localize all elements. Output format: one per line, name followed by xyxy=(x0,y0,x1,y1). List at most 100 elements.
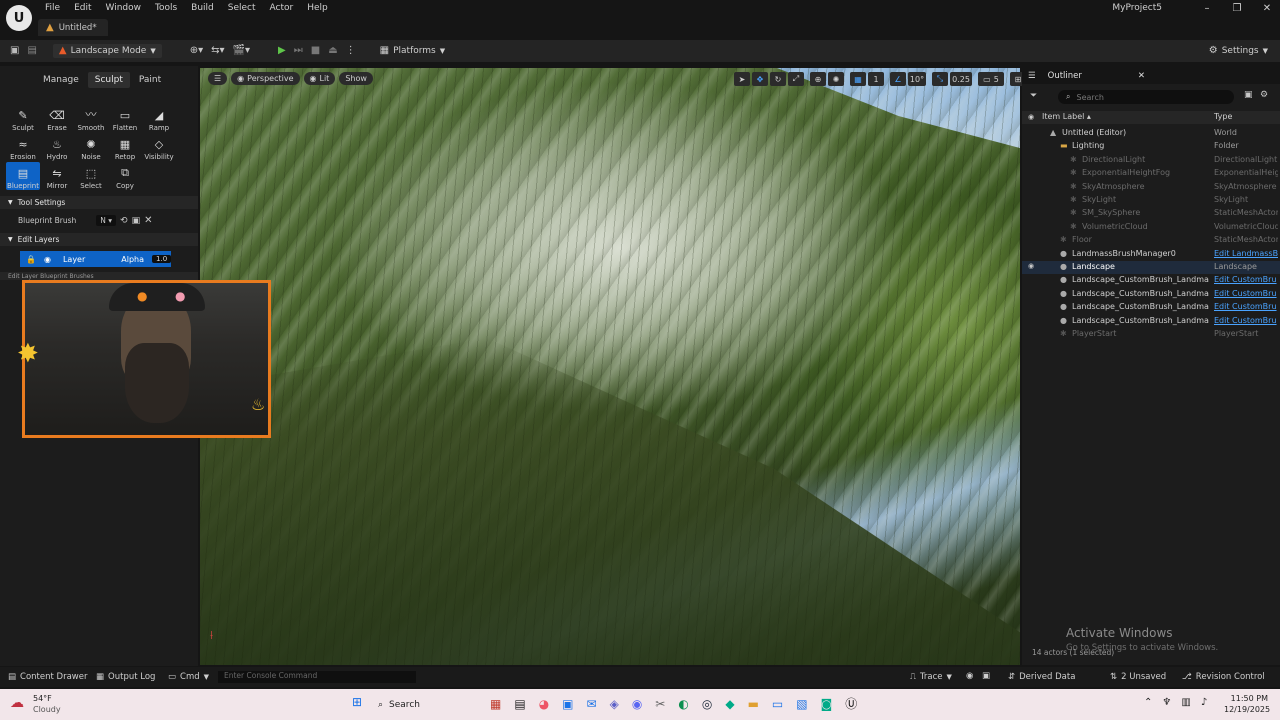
clock-date[interactable]: 12/19/2025 xyxy=(1224,705,1270,714)
tool-retop[interactable]: ▦ Retop xyxy=(108,133,142,161)
tool-flatten[interactable]: ▭ Flatten xyxy=(108,104,142,132)
visibility-column-icon[interactable]: ◉ xyxy=(1028,113,1034,121)
mode-dropdown[interactable]: ▲ Landscape Mode ▼ xyxy=(52,44,162,58)
level-viewport[interactable]: ⟊ xyxy=(200,68,1020,665)
steam-icon[interactable]: ◎ xyxy=(702,697,712,711)
outliner-row[interactable]: ✱ SM_SkySphere StaticMeshActor xyxy=(1022,207,1280,220)
edit-layer-bp-brushes-header[interactable]: Edit Layer Blueprint Brushes xyxy=(0,272,198,280)
use-selected-icon[interactable]: ▣ xyxy=(132,216,141,226)
taskbar-search[interactable]: ⌕ Search xyxy=(378,696,478,713)
play-icon[interactable]: ▶ xyxy=(278,46,286,56)
menu-file[interactable]: File xyxy=(38,1,67,15)
world-space-icon[interactable]: ⊕ xyxy=(810,72,826,86)
outliner-row-type[interactable]: Edit LandmassB xyxy=(1214,249,1278,258)
tab-paint[interactable]: Paint xyxy=(132,72,168,88)
tool-noise[interactable]: ✺ Noise xyxy=(74,133,108,161)
scale-snap-value[interactable]: 0.25 xyxy=(950,72,972,86)
microphone-icon[interactable]: ♆ xyxy=(1162,697,1171,708)
visibility-eye-icon[interactable]: ◉ xyxy=(1028,262,1034,270)
eject-icon[interactable]: ⏏ xyxy=(328,46,337,56)
column-item-label[interactable]: Item Label ▴ xyxy=(1042,112,1091,121)
outliner-row[interactable]: ✱ SkyLight SkyLight xyxy=(1022,194,1280,207)
discord-icon[interactable]: ◉ xyxy=(632,697,642,711)
maximize-icon[interactable]: ❐ xyxy=(1230,3,1244,14)
menu-edit[interactable]: Edit xyxy=(67,1,98,15)
platforms-dropdown[interactable]: ▦ Platforms ▼ xyxy=(380,46,446,57)
tool-mirror[interactable]: ⇋ Mirror xyxy=(40,162,74,190)
outliner-row[interactable]: ● Landscape_CustomBrush_Landma Edit Custom… xyxy=(1022,288,1280,301)
blueprint-brush-select[interactable]: N ▾ xyxy=(96,215,117,226)
outliner-row-type[interactable]: Edit CustomBru xyxy=(1214,275,1278,284)
outliner-row[interactable]: ✱ ExponentialHeightFog ExponentialHeightF xyxy=(1022,167,1280,180)
browse-icon[interactable]: ⟲ xyxy=(120,216,128,226)
outliner-row-type[interactable]: Edit CustomBru xyxy=(1214,302,1278,311)
windows-start-icon[interactable]: ⊞ xyxy=(352,695,362,709)
outliner-row[interactable]: ▬ Lighting Folder xyxy=(1022,140,1280,153)
console-input[interactable]: Enter Console Command xyxy=(218,671,416,683)
column-type[interactable]: Type xyxy=(1214,112,1232,121)
weather-icon[interactable]: ☁ xyxy=(10,695,24,711)
outliner-row[interactable]: ✱ PlayerStart PlayerStart xyxy=(1022,328,1280,341)
tool-settings-header[interactable]: ▼ Tool Settings xyxy=(0,196,198,209)
outliner-settings-icon[interactable]: ⚙ xyxy=(1260,90,1268,100)
app-green-icon[interactable]: ◆ xyxy=(725,697,734,711)
perspective-button[interactable]: ◉ Perspective xyxy=(231,72,300,85)
blueprints-icon[interactable]: ⇆▾ xyxy=(211,46,224,56)
tool-sculpt[interactable]: ✎ Sculpt xyxy=(6,104,40,132)
menu-select[interactable]: Select xyxy=(221,1,263,15)
outliner-row[interactable]: ● Landscape_CustomBrush_Landma Edit Custom… xyxy=(1022,301,1280,314)
outliner-row[interactable]: ✱ SkyAtmosphere SkyAtmosphere xyxy=(1022,181,1280,194)
unreal-logo-icon[interactable]: U xyxy=(6,5,32,31)
menu-window[interactable]: Window xyxy=(99,1,149,15)
content-drawer-button[interactable]: ▤ Content Drawer xyxy=(8,672,87,682)
add-folder-icon[interactable]: ▣ xyxy=(1244,90,1253,100)
tool-ramp[interactable]: ◢ Ramp xyxy=(142,104,176,132)
file-manager-icon[interactable]: ▤ xyxy=(514,697,525,711)
color-picker-icon[interactable]: ◕ xyxy=(539,697,549,711)
filter-icon[interactable]: ⏷ xyxy=(1030,91,1037,101)
add-actor-icon[interactable]: ⊕▾ xyxy=(190,46,203,56)
edit-layers-header[interactable]: ▼ Edit Layers xyxy=(0,233,198,246)
network-icon[interactable]: ▥ xyxy=(1181,697,1190,708)
photos-icon[interactable]: ▧ xyxy=(796,697,807,711)
scale-snap-icon[interactable]: ⤡ xyxy=(932,72,948,86)
translate-icon[interactable]: ✥ xyxy=(752,72,768,86)
widgets-icon[interactable]: ▦ xyxy=(490,697,501,711)
outliner-row[interactable]: ● LandmassBrushManager0 Edit LandmassB xyxy=(1022,248,1280,261)
close-icon[interactable]: ✕ xyxy=(1260,3,1274,14)
monitor-icon[interactable]: ▭ xyxy=(772,697,783,711)
trace-dropdown[interactable]: ⎍ Trace ▼ xyxy=(910,672,952,682)
volume-icon[interactable]: ♪ xyxy=(1201,697,1207,708)
menu-tools[interactable]: Tools xyxy=(148,1,184,15)
layer-alpha-input[interactable]: 1.0 xyxy=(152,255,172,263)
unsaved-button[interactable]: ⇅ 2 Unsaved xyxy=(1110,672,1166,682)
outliner-row[interactable]: ● Landscape_CustomBrush_Landma Edit Custom… xyxy=(1022,274,1280,287)
outliner-row[interactable]: ✱ VolumetricCloud VolumetricCloud xyxy=(1022,221,1280,234)
cmd-dropdown[interactable]: ▭ Cmd ▼ xyxy=(168,672,209,682)
document-tab[interactable]: ▲ Untitled* xyxy=(38,19,108,36)
outliner-row[interactable]: ● Landscape_CustomBrush_Landma Edit Custom… xyxy=(1022,315,1280,328)
tool-erosion[interactable]: ≈ Erosion xyxy=(6,133,40,161)
scale-icon[interactable]: ⤢ xyxy=(788,72,804,86)
settings-dropdown[interactable]: ⚙ Settings ▼ xyxy=(1209,46,1268,57)
menu-actor[interactable]: Actor xyxy=(263,1,301,15)
outliner-row[interactable]: ✱ DirectionalLight DirectionalLight xyxy=(1022,154,1280,167)
outlook-icon[interactable]: ✉ xyxy=(587,697,597,711)
more-options-icon[interactable]: ⋮ xyxy=(346,46,356,56)
tool-blueprint[interactable]: ▤ Blueprint xyxy=(6,162,40,190)
layer-row[interactable]: 🔒 ◉ Layer Alpha 1.0 xyxy=(20,251,172,267)
tools-icon[interactable]: ✂ xyxy=(655,697,665,711)
outliner-tab[interactable]: ☰ Outliner ✕ xyxy=(1022,68,1280,84)
visibility-eye-icon[interactable]: ◉ xyxy=(44,255,51,264)
outliner-row[interactable]: ▲ Untitled (Editor) World xyxy=(1022,127,1280,140)
tool-select[interactable]: ⬚ Select xyxy=(74,162,108,190)
tool-erase[interactable]: ⌫ Erase xyxy=(40,104,74,132)
select-mode-icon[interactable]: ➤ xyxy=(734,72,750,86)
rotation-snap-value[interactable]: 10° xyxy=(908,72,926,86)
viewport-menu-icon[interactable]: ☰ xyxy=(208,72,228,85)
record-icon[interactable]: ◉ xyxy=(966,671,973,681)
menu-help[interactable]: Help xyxy=(300,1,335,15)
tool-copy[interactable]: ⧉ Copy xyxy=(108,162,142,190)
outliner-row-type[interactable]: Edit CustomBru xyxy=(1214,289,1278,298)
app-blue-icon[interactable]: ▣ xyxy=(562,697,573,711)
